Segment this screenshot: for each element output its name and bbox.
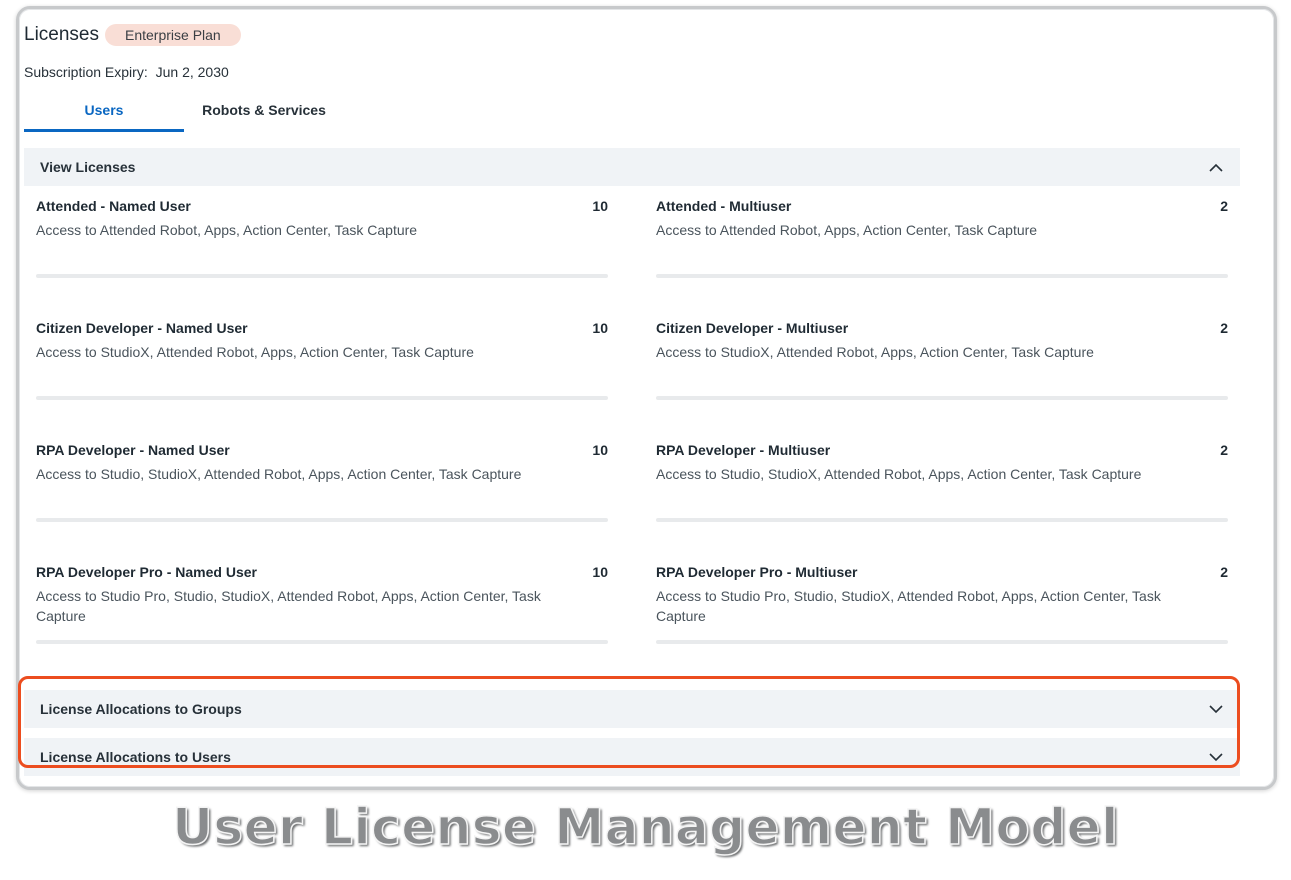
chevron-down-icon[interactable] (1208, 701, 1224, 717)
license-name: Attended - Named User (36, 198, 191, 214)
allocations-users-title: License Allocations to Users (40, 749, 231, 765)
expiry-value: Jun 2, 2030 (155, 64, 229, 80)
tab-users[interactable]: Users (24, 96, 184, 132)
license-usage-bar (36, 518, 608, 522)
tab-robots-services[interactable]: Robots & Services (184, 96, 344, 132)
license-card: Attended - Named User 10 Access to Attend… (36, 198, 608, 278)
license-card: RPA Developer - Named User 10 Access to S… (36, 442, 608, 522)
license-usage-bar (36, 640, 608, 644)
chevron-down-icon[interactable] (1208, 749, 1224, 765)
license-allocations-groups-header[interactable]: License Allocations to Groups (24, 690, 1240, 728)
license-description: Access to Attended Robot, Apps, Action C… (36, 222, 418, 238)
license-usage-bar (656, 518, 1228, 522)
license-usage-bar (656, 396, 1228, 400)
license-card: Citizen Developer - Multiuser 2 Access to… (656, 320, 1228, 400)
license-card: RPA Developer - Multiuser 2 Access to Stu… (656, 442, 1228, 522)
license-count: 2 (1220, 320, 1228, 336)
license-description: Access to Studio Pro, Studio, StudioX, A… (656, 588, 1161, 624)
license-description: Access to Studio Pro, Studio, StudioX, A… (36, 588, 541, 624)
view-licenses-title: View Licenses (40, 159, 136, 175)
license-name: Citizen Developer - Multiuser (656, 320, 849, 336)
license-usage-bar (656, 274, 1228, 278)
license-allocations-users-header[interactable]: License Allocations to Users (24, 738, 1240, 776)
license-count: 2 (1220, 564, 1228, 580)
license-description: Access to StudioX, Attended Robot, Apps,… (36, 344, 474, 360)
license-count: 10 (592, 564, 608, 580)
license-count: 10 (592, 320, 608, 336)
page-title: Licenses (24, 24, 99, 45)
license-name: RPA Developer - Named User (36, 442, 230, 458)
license-description: Access to StudioX, Attended Robot, Apps,… (656, 344, 1094, 360)
license-count: 2 (1220, 198, 1228, 214)
license-card: RPA Developer Pro - Named User 10 Access … (36, 564, 608, 644)
chevron-up-icon[interactable] (1208, 159, 1224, 175)
image-caption: User License Management Model (172, 797, 1119, 857)
license-name: RPA Developer Pro - Multiuser (656, 564, 858, 580)
allocations-groups-title: License Allocations to Groups (40, 701, 242, 717)
license-name: Citizen Developer - Named User (36, 320, 248, 336)
plan-badge: Enterprise Plan (105, 24, 241, 46)
license-card: Citizen Developer - Named User 10 Access … (36, 320, 608, 400)
view-licenses-header[interactable]: View Licenses (24, 148, 1240, 186)
license-tabs: Users Robots & Services (24, 96, 344, 132)
license-name: RPA Developer Pro - Named User (36, 564, 257, 580)
license-name: RPA Developer - Multiuser (656, 442, 831, 458)
license-usage-bar (656, 640, 1228, 644)
license-name: Attended - Multiuser (656, 198, 792, 214)
license-count: 10 (592, 198, 608, 214)
license-usage-bar (36, 274, 608, 278)
page-header: Licenses Enterprise Plan (24, 24, 241, 46)
license-count: 10 (592, 442, 608, 458)
license-card: RPA Developer Pro - Multiuser 2 Access to… (656, 564, 1228, 644)
subscription-expiry: Subscription Expiry: Jun 2, 2030 (24, 64, 229, 80)
license-description: Access to Studio, StudioX, Attended Robo… (656, 466, 1142, 482)
license-card: Attended - Multiuser 2 Access to Attended… (656, 198, 1228, 278)
license-usage-bar (36, 396, 608, 400)
license-description: Access to Studio, StudioX, Attended Robo… (36, 466, 522, 482)
license-count: 2 (1220, 442, 1228, 458)
expiry-label: Subscription Expiry: (24, 64, 148, 80)
license-description: Access to Attended Robot, Apps, Action C… (656, 222, 1038, 238)
